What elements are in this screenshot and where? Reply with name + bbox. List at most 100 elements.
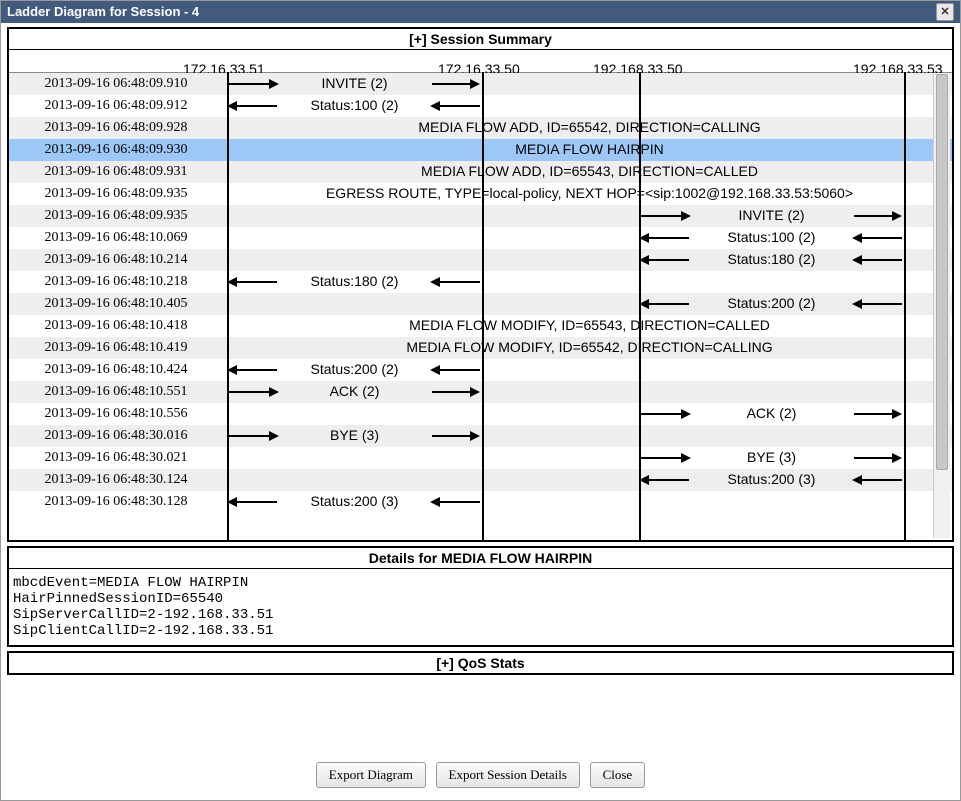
ladder-diagram-window: Ladder Diagram for Session - 4 ✕ [+] Ses…: [0, 0, 961, 801]
flow-cell: Status:200 (2): [227, 293, 952, 315]
flow-cell: ACK (2): [227, 381, 952, 403]
timestamp-cell: 2013-09-16 06:48:10.218: [9, 274, 227, 290]
ladder-row[interactable]: 2013-09-16 06:48:30.128Status:200 (3): [9, 491, 952, 513]
event-text: MEDIA FLOW HAIRPIN: [227, 141, 952, 157]
session-summary-toggle[interactable]: [+] Session Summary: [9, 29, 952, 50]
message-label: Status:180 (2): [227, 273, 482, 289]
ladder-row[interactable]: 2013-09-16 06:48:10.069 Status:100 (2): [9, 227, 952, 249]
flow-cell: BYE (3): [227, 447, 952, 469]
ladder-row[interactable]: 2013-09-16 06:48:30.016BYE (3): [9, 425, 952, 447]
ladder-row[interactable]: 2013-09-16 06:48:30.021 BYE (3): [9, 447, 952, 469]
ladder-row[interactable]: 2013-09-16 06:48:10.556 ACK (2): [9, 403, 952, 425]
timestamp-cell: 2013-09-16 06:48:09.912: [9, 98, 227, 114]
message-label: Status:200 (2): [639, 295, 904, 311]
ladder-row[interactable]: 2013-09-16 06:48:10.424Status:200 (2): [9, 359, 952, 381]
ladder-row[interactable]: 2013-09-16 06:48:10.214Status:180 (2): [9, 249, 952, 271]
scrollbar[interactable]: [933, 74, 950, 538]
flow-cell: EGRESS ROUTE, TYPE=local-policy, NEXT HO…: [227, 183, 952, 205]
timestamp-cell: 2013-09-16 06:48:10.069: [9, 230, 227, 246]
timestamp-cell: 2013-09-16 06:48:30.128: [9, 494, 227, 510]
close-icon[interactable]: ✕: [936, 3, 954, 21]
timestamp-cell: 2013-09-16 06:48:30.021: [9, 450, 227, 466]
ladder-row[interactable]: 2013-09-16 06:48:09.912Status:100 (2): [9, 95, 952, 117]
timestamp-cell: 2013-09-16 06:48:30.124: [9, 472, 227, 488]
timestamp-cell: 2013-09-16 06:48:09.935: [9, 208, 227, 224]
flow-cell: Status:200 (2): [227, 359, 952, 381]
timestamp-cell: 2013-09-16 06:48:09.910: [9, 76, 227, 92]
ladder-columns-header: 172.16.33.51 172.16.33.50 192.168.33.50 …: [9, 50, 952, 73]
flow-cell: MEDIA FLOW MODIFY, ID=65542, DIRECTION=C…: [227, 337, 952, 359]
session-summary-panel: [+] Session Summary 172.16.33.51 172.16.…: [7, 27, 954, 542]
flow-cell: INVITE (2): [227, 205, 952, 227]
flow-cell: INVITE (2): [227, 73, 952, 95]
event-text: MEDIA FLOW ADD, ID=65543, DIRECTION=CALL…: [227, 163, 952, 179]
timestamp-cell: 2013-09-16 06:48:10.214: [9, 252, 227, 268]
details-header: Details for MEDIA FLOW HAIRPIN: [9, 548, 952, 569]
flow-cell: BYE (3): [227, 425, 952, 447]
event-text: MEDIA FLOW MODIFY, ID=65543, DIRECTION=C…: [227, 317, 952, 333]
event-text: EGRESS ROUTE, TYPE=local-policy, NEXT HO…: [227, 185, 952, 201]
ladder-row[interactable]: 2013-09-16 06:48:30.124 Status:200 (3): [9, 469, 952, 491]
flow-cell: MEDIA FLOW HAIRPIN: [227, 139, 952, 161]
message-label: Status:100 (2): [639, 229, 904, 245]
message-label: ACK (2): [227, 383, 482, 399]
flow-cell: ACK (2): [227, 403, 952, 425]
ladder-row[interactable]: 2013-09-16 06:48:09.928MEDIA FLOW ADD, I…: [9, 117, 952, 139]
ladder-rows: 2013-09-16 06:48:09.910INVITE (2)2013-09…: [9, 73, 952, 513]
lifeline-3: [639, 72, 641, 540]
window-title: Ladder Diagram for Session - 4: [7, 1, 199, 23]
timestamp-cell: 2013-09-16 06:48:10.424: [9, 362, 227, 378]
ladder-row[interactable]: 2013-09-16 06:48:10.419MEDIA FLOW MODIFY…: [9, 337, 952, 359]
timestamp-cell: 2013-09-16 06:48:10.418: [9, 318, 227, 334]
ladder-row[interactable]: 2013-09-16 06:48:10.405 Status:200 (2): [9, 293, 952, 315]
flow-cell: MEDIA FLOW ADD, ID=65543, DIRECTION=CALL…: [227, 161, 952, 183]
flow-cell: Status:100 (2): [227, 227, 952, 249]
ladder-row[interactable]: 2013-09-16 06:48:09.910INVITE (2): [9, 73, 952, 95]
lifeline-1: [227, 72, 229, 540]
timestamp-cell: 2013-09-16 06:48:10.405: [9, 296, 227, 312]
flow-cell: MEDIA FLOW MODIFY, ID=65543, DIRECTION=C…: [227, 315, 952, 337]
ladder-row[interactable]: 2013-09-16 06:48:09.935 INVITE (2): [9, 205, 952, 227]
message-label: Status:200 (2): [227, 361, 482, 377]
flow-cell: Status:180 (2): [227, 271, 952, 293]
lifeline-4: [904, 72, 906, 540]
footer-buttons: Export Diagram Export Session Details Cl…: [1, 762, 960, 788]
event-text: MEDIA FLOW MODIFY, ID=65542, DIRECTION=C…: [227, 339, 952, 355]
ladder-row[interactable]: 2013-09-16 06:48:10.218Status:180 (2): [9, 271, 952, 293]
message-label: Status:100 (2): [227, 97, 482, 113]
message-label: ACK (2): [639, 405, 904, 421]
ladder-row[interactable]: 2013-09-16 06:48:10.418MEDIA FLOW MODIFY…: [9, 315, 952, 337]
timestamp-cell: 2013-09-16 06:48:30.016: [9, 428, 227, 444]
details-body: mbcdEvent=MEDIA FLOW HAIRPIN HairPinnedS…: [9, 569, 952, 645]
ladder-row[interactable]: 2013-09-16 06:48:09.935EGRESS ROUTE, TYP…: [9, 183, 952, 205]
flow-cell: MEDIA FLOW ADD, ID=65542, DIRECTION=CALL…: [227, 117, 952, 139]
message-label: BYE (3): [227, 427, 482, 443]
title-bar: Ladder Diagram for Session - 4 ✕: [1, 1, 960, 23]
message-label: INVITE (2): [227, 75, 482, 91]
message-label: Status:200 (3): [639, 471, 904, 487]
qos-toggle[interactable]: [+] QoS Stats: [9, 653, 952, 673]
export-diagram-button[interactable]: Export Diagram: [316, 762, 426, 788]
flow-cell: Status:200 (3): [227, 469, 952, 491]
ladder-row[interactable]: 2013-09-16 06:48:09.931MEDIA FLOW ADD, I…: [9, 161, 952, 183]
flow-cell: Status:100 (2): [227, 95, 952, 117]
details-panel: Details for MEDIA FLOW HAIRPIN mbcdEvent…: [7, 546, 954, 647]
timestamp-cell: 2013-09-16 06:48:10.551: [9, 384, 227, 400]
close-button[interactable]: Close: [590, 762, 646, 788]
message-label: INVITE (2): [639, 207, 904, 223]
timestamp-cell: 2013-09-16 06:48:09.928: [9, 120, 227, 136]
ladder-row[interactable]: 2013-09-16 06:48:09.930MEDIA FLOW HAIRPI…: [9, 139, 952, 161]
message-label: Status:200 (3): [227, 493, 482, 509]
export-session-button[interactable]: Export Session Details: [436, 762, 580, 788]
timestamp-cell: 2013-09-16 06:48:09.931: [9, 164, 227, 180]
timestamp-cell: 2013-09-16 06:48:09.930: [9, 142, 227, 158]
ladder-row[interactable]: 2013-09-16 06:48:10.551ACK (2): [9, 381, 952, 403]
lifeline-2: [482, 72, 484, 540]
timestamp-cell: 2013-09-16 06:48:10.556: [9, 406, 227, 422]
timestamp-cell: 2013-09-16 06:48:10.419: [9, 340, 227, 356]
scrollbar-thumb[interactable]: [936, 74, 948, 470]
flow-cell: Status:180 (2): [227, 249, 952, 271]
message-label: BYE (3): [639, 449, 904, 465]
ladder-area: 172.16.33.51 172.16.33.50 192.168.33.50 …: [9, 50, 952, 540]
event-text: MEDIA FLOW ADD, ID=65542, DIRECTION=CALL…: [227, 119, 952, 135]
